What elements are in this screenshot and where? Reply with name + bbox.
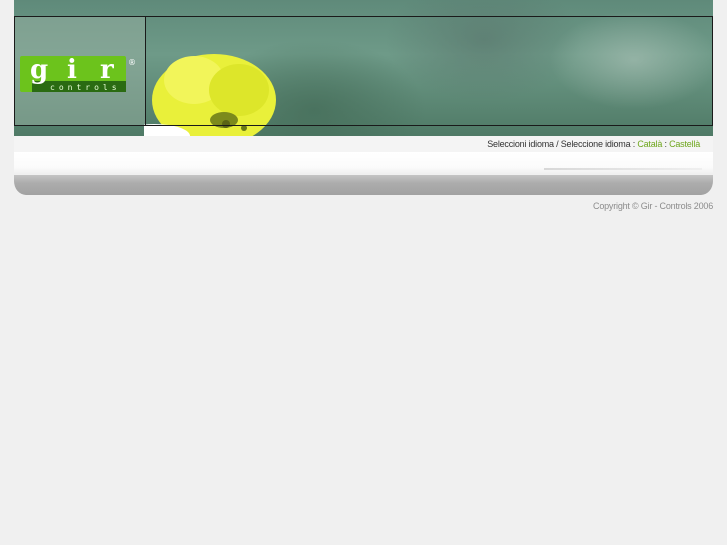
frame-line-top — [14, 16, 713, 17]
logo-letter-r: r — [100, 56, 114, 85]
content-strip — [14, 152, 713, 174]
decorative-fade-line — [544, 168, 702, 170]
page: g i r controls ® Seleccioni idioma / Sel… — [0, 0, 727, 545]
flower-photo — [144, 54, 276, 136]
frame-divider — [145, 16, 146, 126]
frame-line-left — [14, 16, 15, 126]
logo-letter-i: i — [67, 56, 77, 85]
registered-mark: ® — [128, 58, 136, 67]
frame-line-bottom — [14, 125, 713, 126]
bottom-band — [14, 175, 713, 195]
language-selector-bar: Seleccioni idioma / Seleccione idioma : … — [14, 136, 713, 152]
language-separator: : — [664, 139, 667, 149]
logo-subtitle: controls — [50, 83, 121, 92]
frame-line-right — [712, 16, 713, 126]
language-link-catalan[interactable]: Català — [637, 139, 662, 149]
logo-letter-g: g — [30, 56, 48, 85]
copyright-text: Copyright © Gir - Controls 2006 — [593, 201, 713, 211]
language-link-castilian[interactable]: Castellà — [669, 139, 700, 149]
language-prompt: Seleccioni idioma / Seleccione idioma : — [487, 139, 635, 149]
gir-controls-logo[interactable]: g i r controls ® — [20, 56, 136, 96]
